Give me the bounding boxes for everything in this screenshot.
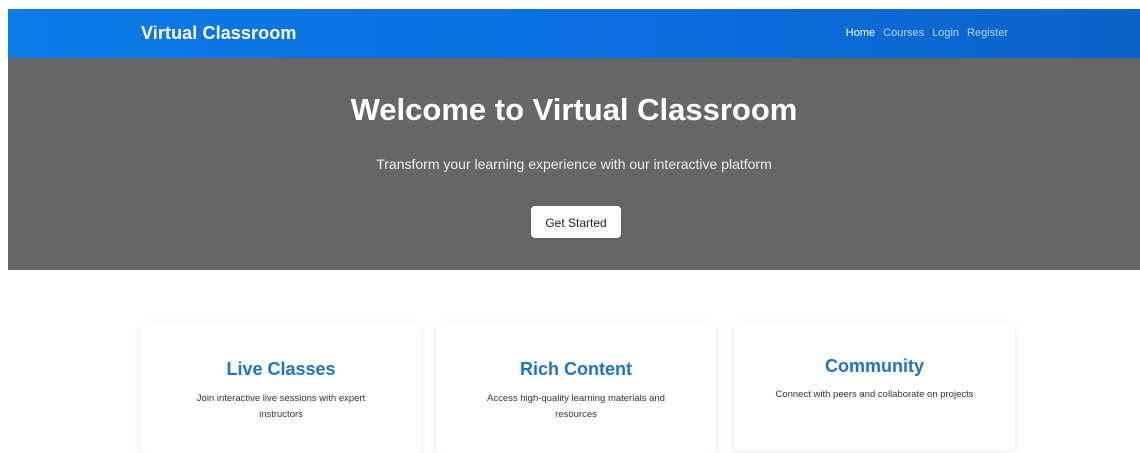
page: Virtual Classroom Home Courses Login Reg…	[0, 0, 1140, 453]
get-started-button[interactable]: Get Started	[531, 206, 621, 238]
nav-home-link[interactable]: Home	[846, 9, 875, 58]
top-page-edge	[0, 0, 1140, 9]
main-navigation: Home Courses Login Register	[846, 9, 1008, 58]
feature-description-rich-content: Access high-quality learning materials a…	[487, 393, 665, 420]
navbar: Virtual Classroom Home Courses Login Reg…	[8, 9, 1140, 58]
hero-subtitle: Transform your learning experience with …	[376, 156, 772, 172]
feature-card-live-classes: Live Classes Join interactive live sessi…	[141, 324, 421, 453]
nav-register-link[interactable]: Register	[967, 9, 1008, 58]
nav-login-link[interactable]: Login	[932, 9, 959, 58]
brand-link[interactable]: Virtual Classroom	[141, 9, 296, 58]
feature-card-community: Community Connect with peers and collabo…	[734, 324, 1015, 450]
feature-title-community: Community	[825, 356, 924, 376]
feature-title-live-classes: Live Classes	[226, 359, 336, 379]
feature-description-live-classes: Join interactive live sessions with expe…	[196, 393, 366, 420]
features-section: Live Classes Join interactive live sessi…	[141, 324, 1015, 453]
hero-section: Welcome to Virtual Classroom Transform y…	[8, 58, 1140, 270]
feature-description-community: Connect with peers and collaborate on pr…	[775, 389, 974, 400]
nav-courses-link[interactable]: Courses	[883, 9, 924, 58]
hero-title: Welcome to Virtual Classroom	[350, 92, 798, 127]
feature-title-rich-content: Rich Content	[520, 359, 632, 379]
feature-card-rich-content: Rich Content Access high-quality learnin…	[436, 324, 716, 453]
